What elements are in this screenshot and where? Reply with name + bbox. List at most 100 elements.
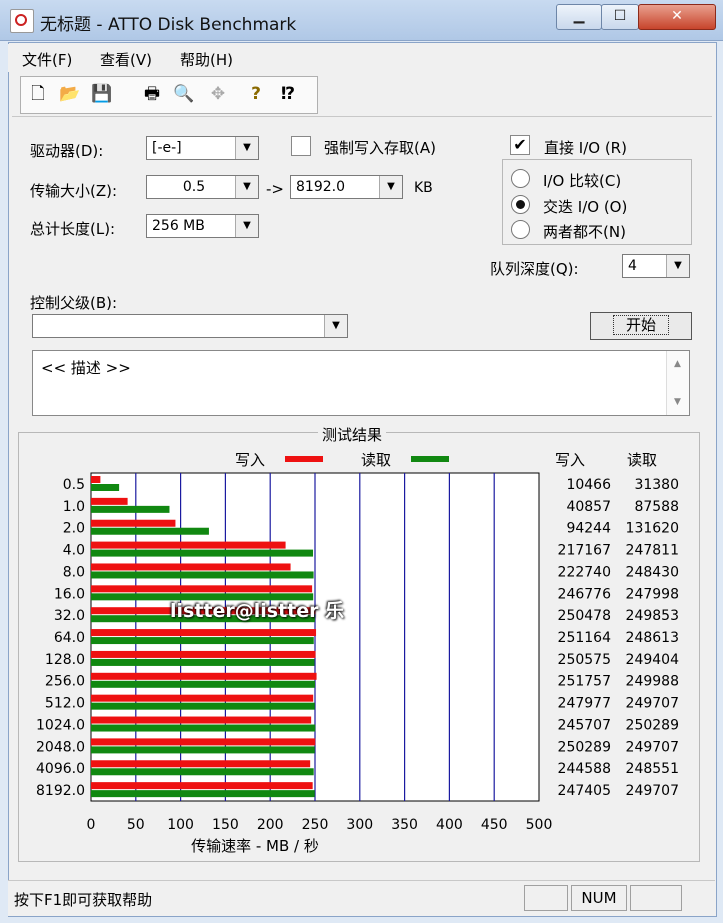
- chevron-down-icon: ▼: [379, 176, 402, 198]
- write-bar: [91, 782, 313, 790]
- read-value: 31380: [634, 477, 679, 493]
- write-bar: [91, 650, 316, 658]
- menu-help[interactable]: 帮助(H): [180, 49, 233, 70]
- transfer-to-select[interactable]: 8192.0 ▼: [290, 175, 403, 199]
- save-icon[interactable]: 💾: [89, 81, 115, 107]
- write-bar: [91, 563, 291, 571]
- read-bar: [91, 746, 315, 754]
- neither-radio[interactable]: [511, 220, 530, 239]
- x-tick-label: 0: [87, 817, 96, 833]
- description-scrollbar[interactable]: ▲ ▼: [666, 351, 689, 415]
- menu-file[interactable]: 文件(F): [22, 49, 72, 70]
- write-value: 245707: [558, 717, 611, 733]
- x-tick-label: 350: [391, 817, 418, 833]
- write-value: 247977: [558, 696, 611, 712]
- direct-io-checkbox[interactable]: ✔: [510, 135, 530, 155]
- category-label: 8192.0: [36, 783, 85, 799]
- control-parent-select[interactable]: ▼: [32, 314, 348, 338]
- x-tick-label: 500: [526, 817, 553, 833]
- x-tick-label: 300: [346, 817, 373, 833]
- total-length-select[interactable]: 256 MB ▼: [146, 214, 259, 238]
- transfer-from-value: 0.5: [182, 179, 206, 195]
- read-value: 247998: [626, 586, 679, 602]
- write-bar: [91, 497, 128, 505]
- write-value: 222740: [558, 564, 611, 580]
- read-bar: [91, 571, 314, 579]
- start-button-label: 开始: [612, 315, 670, 335]
- force-write-label: 强制写入存取(A): [324, 139, 436, 157]
- read-bar: [91, 505, 170, 513]
- legend-read-label: 读取: [361, 451, 391, 469]
- x-tick-label: 50: [127, 817, 145, 833]
- category-label: 32.0: [54, 608, 85, 624]
- legend-write-swatch: [285, 456, 323, 462]
- read-value: 131620: [626, 521, 679, 537]
- scroll-down-icon[interactable]: ▼: [674, 397, 681, 407]
- status-text: 按下F1即可获取帮助: [14, 891, 153, 909]
- minimize-button[interactable]: ▁: [556, 4, 602, 30]
- io-compare-label: I/O 比较(C): [543, 172, 622, 190]
- read-value: 249853: [626, 608, 679, 624]
- description-textarea[interactable]: << 描述 >> ▲ ▼: [32, 350, 690, 416]
- read-value: 249988: [626, 674, 679, 690]
- io-compare-radio[interactable]: [511, 169, 530, 188]
- open-icon[interactable]: 📂: [57, 81, 83, 107]
- force-write-checkbox[interactable]: [291, 136, 311, 156]
- read-value: 249707: [626, 696, 679, 712]
- queue-depth-label: 队列深度(Q):: [490, 260, 579, 278]
- drive-select[interactable]: [-e-] ▼: [146, 136, 259, 160]
- queue-depth-select[interactable]: 4 ▼: [622, 254, 690, 278]
- chevron-down-icon: ▼: [235, 137, 258, 159]
- close-button[interactable]: ✕: [638, 4, 716, 30]
- x-tick-label: 200: [257, 817, 284, 833]
- move-icon[interactable]: ✥: [205, 81, 231, 107]
- toolbar: 🗋 📂 💾 🖶 🔍 ✥ ? ⁉: [12, 76, 712, 117]
- results-title: 测试结果: [318, 424, 387, 445]
- read-value: 248613: [626, 630, 679, 646]
- write-value: 250289: [558, 739, 611, 755]
- category-label: 4096.0: [36, 761, 85, 777]
- legend-read-swatch: [411, 456, 449, 462]
- read-bar: [91, 790, 315, 798]
- read-bar: [91, 658, 315, 666]
- write-value: 94244: [566, 521, 611, 537]
- print-icon[interactable]: 🖶: [139, 81, 165, 107]
- write-bar: [91, 541, 286, 549]
- description-text: << 描述 >>: [41, 359, 131, 377]
- chevron-down-icon: ▼: [235, 176, 258, 198]
- category-label: 64.0: [54, 630, 85, 646]
- write-bar: [91, 519, 176, 527]
- write-value: 217167: [558, 543, 611, 559]
- category-label: 8.0: [63, 564, 85, 580]
- chevron-down-icon: ▼: [666, 255, 689, 277]
- scroll-up-icon[interactable]: ▲: [674, 359, 681, 369]
- category-label: 2048.0: [36, 739, 85, 755]
- write-value: 251164: [558, 630, 612, 646]
- print-preview-icon[interactable]: 🔍: [171, 81, 197, 107]
- context-help-icon[interactable]: ⁉: [275, 81, 301, 107]
- overlapped-io-radio[interactable]: [511, 195, 530, 214]
- read-bar: [91, 549, 314, 557]
- status-panel-scroll: [630, 885, 682, 911]
- menu-view[interactable]: 查看(V): [100, 49, 152, 70]
- write-bar: [91, 738, 316, 746]
- read-value: 248551: [626, 761, 679, 777]
- category-label: 2.0: [63, 521, 85, 537]
- help-icon[interactable]: ?: [243, 81, 269, 107]
- start-button[interactable]: 开始: [590, 312, 692, 340]
- x-axis-label: 传输速率 - MB / 秒: [191, 837, 319, 855]
- new-icon[interactable]: 🗋: [25, 81, 51, 107]
- window-title: 无标题 - ATTO Disk Benchmark: [40, 15, 297, 35]
- category-label: 1.0: [63, 499, 85, 515]
- overlapped-io-label: 交迭 I/O (O): [543, 198, 628, 216]
- maximize-button[interactable]: ☐: [601, 4, 639, 30]
- neither-label: 两者都不(N): [543, 223, 626, 241]
- transfer-from-select[interactable]: 0.5 ▼: [146, 175, 259, 199]
- category-label: 0.5: [63, 477, 85, 493]
- write-value: 250478: [558, 608, 611, 624]
- control-parent-label: 控制父级(B):: [30, 294, 118, 312]
- app-icon[interactable]: [10, 9, 34, 33]
- x-tick-label: 400: [436, 817, 463, 833]
- category-label: 16.0: [54, 586, 85, 602]
- total-length-label: 总计长度(L):: [30, 220, 116, 238]
